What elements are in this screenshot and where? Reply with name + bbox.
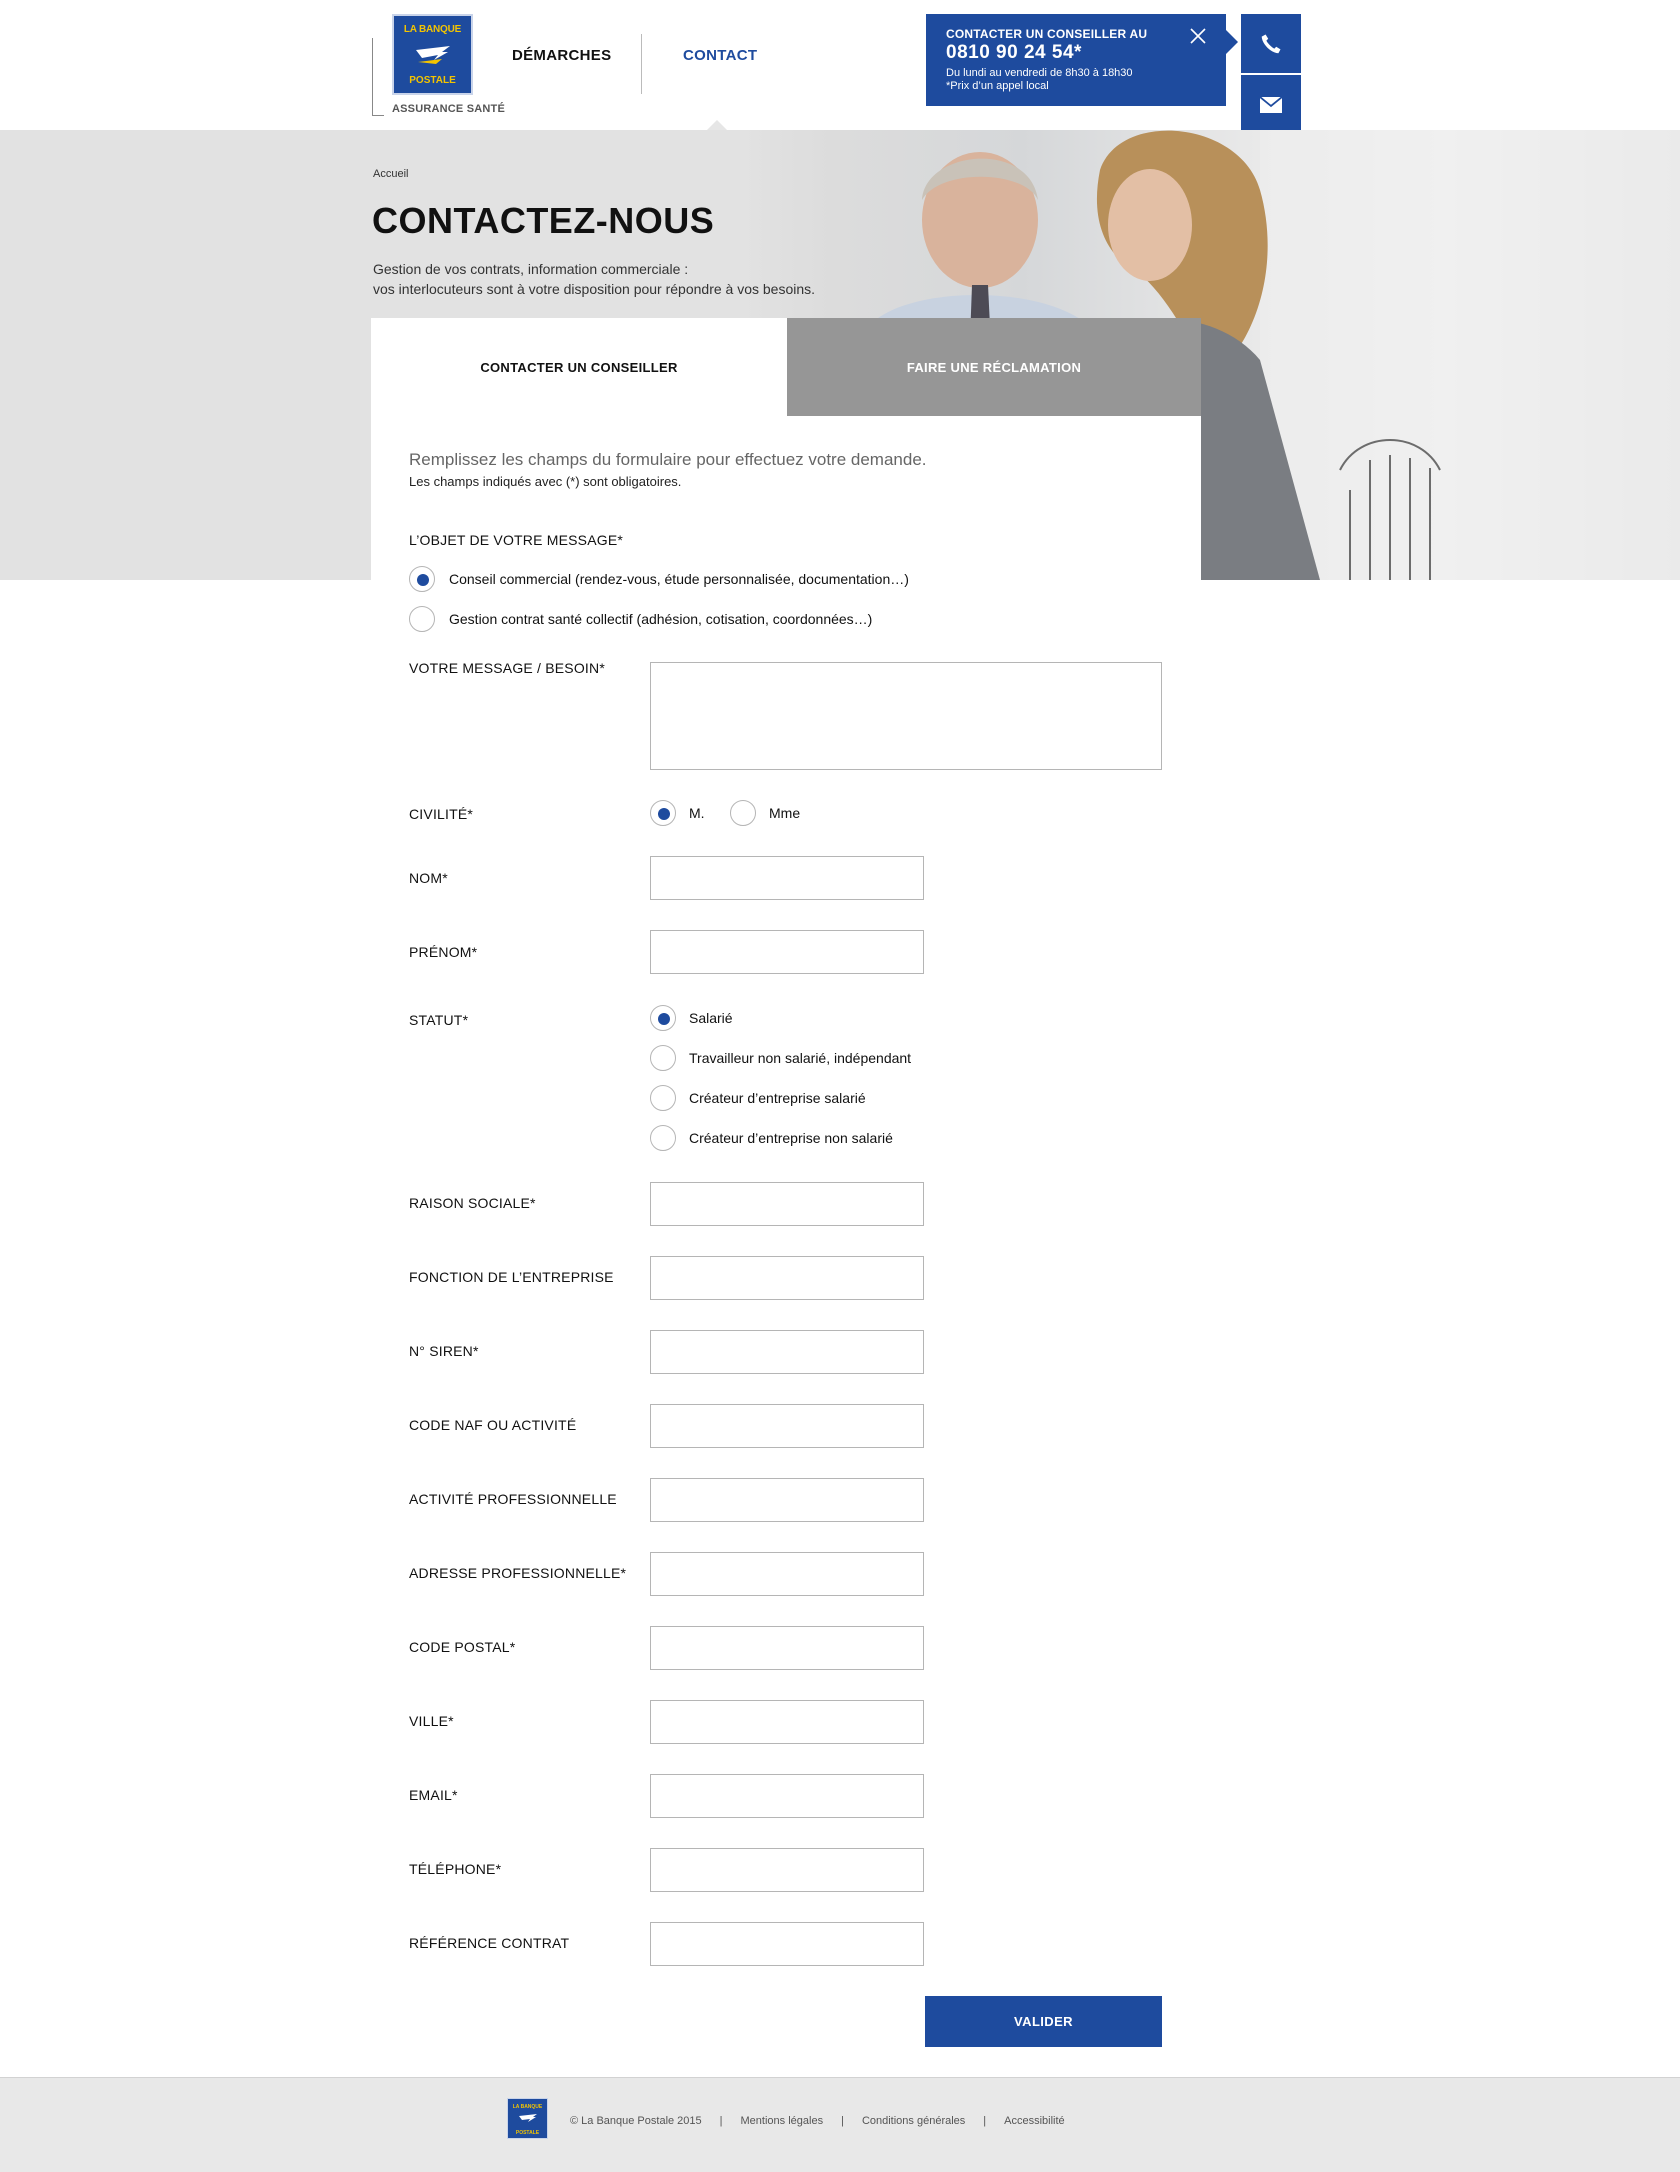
bird-logo-icon [519, 2114, 537, 2122]
email-field[interactable] [650, 1774, 924, 1818]
site-header: LA BANQUE POSTALE ASSURANCE SANTÉ DÉMARC… [0, 0, 1680, 134]
statut-radio-tns[interactable] [650, 1045, 676, 1071]
statut-radio-salarie[interactable] [650, 1005, 676, 1031]
objet-option-label: Conseil commercial (rendez-vous, étude p… [449, 571, 909, 587]
email-label: EMAIL* [409, 1787, 458, 1803]
civilite-radio-mme[interactable] [730, 800, 756, 826]
tab-contact-advisor[interactable]: CONTACTER UN CONSEILLER [371, 318, 787, 416]
footer-link-mentions[interactable]: Mentions légales [741, 2115, 824, 2127]
ville-label: VILLE* [409, 1713, 454, 1729]
fonction-label: FONCTION DE L’ENTREPRISE [409, 1269, 614, 1285]
submit-button[interactable]: VALIDER [925, 1996, 1162, 2047]
footer-logo[interactable]: LA BANQUE POSTALE [507, 2098, 548, 2139]
activite-label: ACTIVITÉ PROFESSIONNELLE [409, 1491, 617, 1507]
footer-links: © La Banque Postale 2015 | Mentions léga… [570, 2115, 1065, 2127]
tab-complaint[interactable]: FAIRE UNE RÉCLAMATION [787, 318, 1201, 416]
prenom-label: PRÉNOM* [409, 944, 478, 960]
adresse-label: ADRESSE PROFESSIONNELLE* [409, 1565, 627, 1581]
reference-contrat-label: RÉFÉRENCE CONTRAT [409, 1935, 570, 1951]
nav-contact[interactable]: CONTACT [683, 47, 757, 64]
footer-logo-text-bottom: POSTALE [515, 2130, 540, 2136]
logo-divider [372, 38, 373, 116]
code-naf-input[interactable] [650, 1404, 924, 1448]
civilite-option-label: Mme [769, 805, 801, 821]
siren-label: N° SIREN* [409, 1343, 479, 1359]
logo-text-top: LA BANQUE [403, 24, 462, 35]
intro-line-2: vos interlocuteurs sont à votre disposit… [373, 281, 816, 297]
prenom-input[interactable] [650, 930, 924, 974]
logo-subtitle: ASSURANCE SANTÉ [392, 103, 506, 115]
statut-label: STATUT* [409, 1012, 469, 1028]
footer-logo-text-top: LA BANQUE [512, 2104, 543, 2110]
form-lead: Remplissez les champs du formulaire pour… [409, 450, 927, 469]
statut-radio-createur-non-salarie[interactable] [650, 1125, 676, 1151]
objet-label: L’OBJET DE VOTRE MESSAGE* [409, 532, 624, 548]
code-postal-input[interactable] [650, 1626, 924, 1670]
footer-copyright: © La Banque Postale 2015 [570, 2115, 702, 2127]
advisor-callout: CONTACTER UN CONSEILLER AU 0810 90 24 54… [926, 14, 1226, 106]
code-naf-label: CODE NAF OU ACTIVITÉ [409, 1417, 577, 1433]
mail-icon [1260, 96, 1282, 113]
page-title: CONTACTEZ-NOUS [372, 200, 715, 241]
email-button[interactable] [1241, 75, 1301, 134]
statut-option-label: Salarié [689, 1010, 733, 1026]
reference-contrat-input[interactable] [650, 1922, 924, 1966]
code-postal-label: CODE POSTAL* [409, 1639, 516, 1655]
phone-button[interactable] [1241, 14, 1301, 73]
intro-line-1: Gestion de vos contrats, information com… [373, 261, 689, 277]
message-textarea[interactable] [650, 662, 1162, 770]
raison-sociale-label: RAISON SOCIALE* [409, 1195, 536, 1211]
footer-separator: | [841, 2115, 844, 2127]
activite-input[interactable] [650, 1478, 924, 1522]
nom-input[interactable] [650, 856, 924, 900]
nav-divider [641, 34, 642, 94]
bird-logo-icon [416, 46, 450, 64]
nav-demarches[interactable]: DÉMARCHES [512, 47, 611, 64]
nom-label: NOM* [409, 870, 448, 886]
footer-link-conditions[interactable]: Conditions générales [862, 2115, 965, 2127]
breadcrumb[interactable]: Accueil [373, 168, 408, 180]
statut-option-label: Travailleur non salarié, indépendant [689, 1050, 912, 1066]
site-footer: LA BANQUE POSTALE © La Banque Postale 20… [0, 2077, 1680, 2172]
brand-logo[interactable]: LA BANQUE POSTALE [392, 14, 473, 95]
siren-input[interactable] [650, 1330, 924, 1374]
footer-separator: | [983, 2115, 987, 2127]
statut-radio-createur-salarie[interactable] [650, 1085, 676, 1111]
fonction-input[interactable] [650, 1256, 924, 1300]
message-label: VOTRE MESSAGE / BESOIN* [409, 660, 605, 676]
objet-option-label: Gestion contrat santé collectif (adhésio… [449, 611, 873, 627]
mandatory-note: Les champs indiqués avec (*) sont obliga… [409, 474, 682, 489]
logo-text-bottom: POSTALE [409, 75, 456, 86]
objet-radio-commercial[interactable] [409, 566, 435, 592]
close-icon[interactable] [1188, 26, 1208, 46]
adresse-input[interactable] [650, 1552, 924, 1596]
logo-divider-foot [372, 115, 384, 116]
civilite-radio-m[interactable] [650, 800, 676, 826]
objet-radio-gestion[interactable] [409, 606, 435, 632]
callout-hours: Du lundi au vendredi de 8h30 à 18h30 [946, 67, 1133, 79]
footer-separator: | [719, 2115, 723, 2127]
callout-phone-number[interactable]: 0810 90 24 54* [946, 42, 1082, 64]
callout-pointer [1226, 30, 1238, 54]
statut-option-label: Créateur d’entreprise non salarié [689, 1130, 893, 1146]
statut-option-label: Créateur d’entreprise salarié [689, 1090, 866, 1106]
civilite-option-label: M. [689, 805, 705, 821]
phone-icon [1261, 34, 1281, 53]
footer-link-accessibilite[interactable]: Accessibilité [1004, 2115, 1065, 2127]
callout-price-note: *Prix d’un appel local [946, 80, 1049, 92]
ville-input[interactable] [650, 1700, 924, 1744]
raison-sociale-input[interactable] [650, 1182, 924, 1226]
telephone-label: TÉLÉPHONE* [409, 1861, 502, 1877]
telephone-input[interactable] [650, 1848, 924, 1892]
civilite-label: CIVILITÉ* [409, 806, 474, 822]
callout-title: CONTACTER UN CONSEILLER AU [946, 27, 1148, 41]
